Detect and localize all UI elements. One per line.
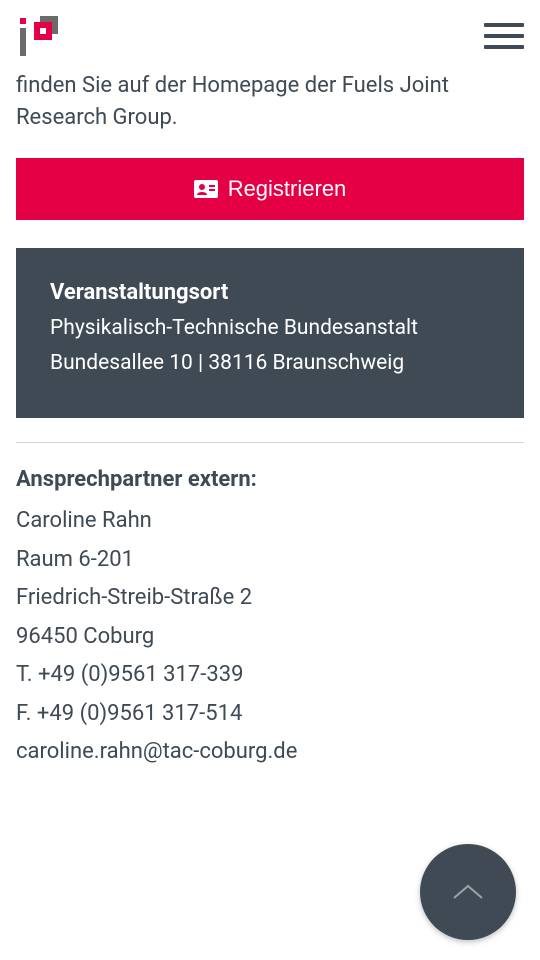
menu-button[interactable] <box>484 20 524 52</box>
intro-text: finden Sie auf der Homepage der Fuels Jo… <box>16 70 524 134</box>
contact-city: 96450 Coburg <box>16 618 524 657</box>
venue-name: Physikalisch-Technische Bundesanstalt <box>50 311 490 347</box>
contact-fax: F. +49 (0)9561 317-514 <box>16 695 524 734</box>
register-button[interactable]: Registrieren <box>16 158 524 220</box>
venue-box: Veranstaltungsort Physikalisch-Technisch… <box>16 248 524 418</box>
contact-tel: T. +49 (0)9561 317-339 <box>16 656 524 695</box>
id-card-icon <box>194 178 218 200</box>
divider <box>16 442 524 443</box>
main-content: finden Sie auf der Homepage der Fuels Jo… <box>0 70 540 772</box>
site-logo[interactable] <box>16 14 60 58</box>
scroll-to-top-button[interactable] <box>420 844 516 940</box>
contact-email[interactable]: caroline.rahn@tac-coburg.de <box>16 733 524 772</box>
contact-heading: Ansprechpartner extern: <box>16 467 524 492</box>
contact-room: Raum 6-201 <box>16 541 524 580</box>
venue-address: Bundesallee 10 | 38116 Braunschweig <box>50 346 490 382</box>
contact-name: Caroline Rahn <box>16 502 524 541</box>
register-button-label: Registrieren <box>228 176 347 202</box>
chevron-up-icon <box>448 880 488 904</box>
site-header <box>0 0 540 66</box>
contact-street: Friedrich-Streib-Straße 2 <box>16 579 524 618</box>
venue-heading: Veranstaltungsort <box>50 280 490 305</box>
